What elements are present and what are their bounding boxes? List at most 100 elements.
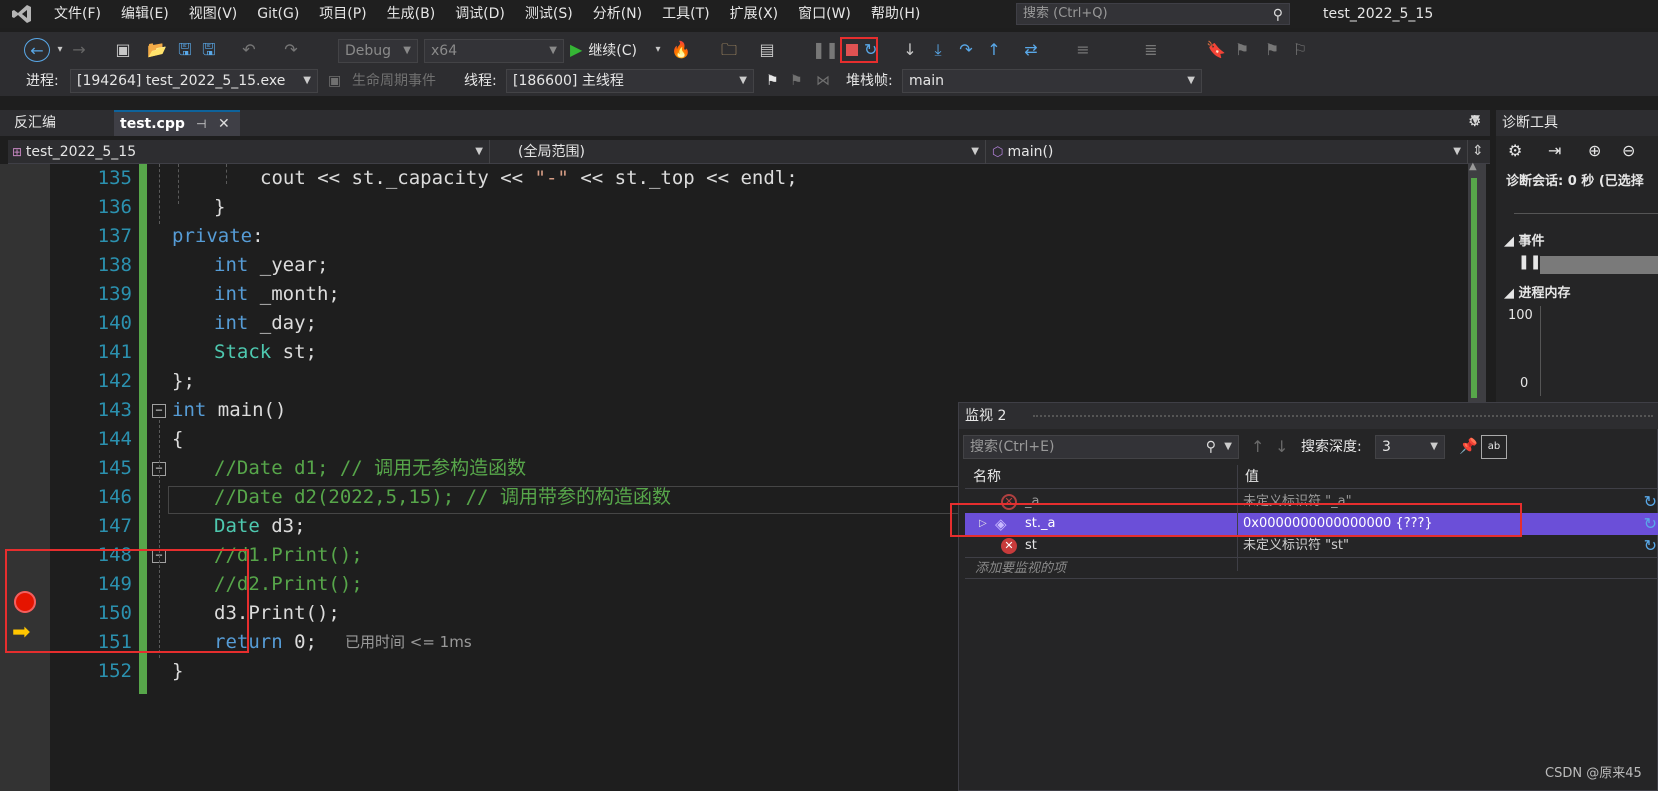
watch-row-value[interactable]: 未定义标识符 "st" <box>1243 535 1349 557</box>
menu-test[interactable]: 测试(S) <box>515 0 583 28</box>
pin-icon[interactable]: ⊣ <box>196 112 206 136</box>
timeline-ruler[interactable] <box>1514 194 1658 214</box>
scrollbar-thumb[interactable] <box>1471 178 1477 398</box>
new-project-icon[interactable]: ▣ <box>112 38 134 62</box>
search-previous-icon[interactable]: ↑ <box>1251 437 1264 456</box>
menu-debug[interactable]: 调试(D) <box>445 0 515 28</box>
perf-tip-elapsed[interactable]: 已用时间 <= 1ms <box>345 628 472 657</box>
code-line-135[interactable]: cout << st._capacity << "-" << st._top <… <box>260 164 798 193</box>
menu-help[interactable]: 帮助(H) <box>861 0 930 28</box>
code-line-146[interactable]: //Date d2(2022,5,15); // 调用带参的构造函数 <box>214 483 671 512</box>
code-line-144[interactable]: { <box>172 425 183 454</box>
back-dropdown-icon[interactable]: ▾ <box>54 38 66 62</box>
zoom-out-icon[interactable]: ⊖ <box>1622 141 1635 160</box>
solution-config-select[interactable]: Debug ▼ <box>338 39 418 63</box>
add-watch-placeholder[interactable]: 添加要监视的项 <box>975 558 1066 580</box>
search-next-icon[interactable]: ↓ <box>1275 437 1288 456</box>
code-line-136[interactable]: } <box>214 193 225 222</box>
code-line-152[interactable]: } <box>172 657 183 686</box>
tab-test-cpp[interactable]: test.cpp ⊣ ✕ <box>114 110 240 136</box>
refresh-icon[interactable]: ↻ <box>1644 536 1657 555</box>
save-all-icon[interactable]: 🖫 <box>198 38 220 62</box>
hex-display-icon[interactable]: ⇄ <box>1020 38 1042 62</box>
step-out-icon[interactable]: ↑ <box>984 38 1004 62</box>
split-editor-icon[interactable]: ⇕ <box>1472 143 1484 159</box>
step-over-icon[interactable]: ↷ <box>956 38 976 62</box>
collapse-icon[interactable]: − <box>152 404 166 418</box>
refresh-icon[interactable]: ↻ <box>1644 492 1657 511</box>
visual-studio-logo-icon[interactable] <box>0 0 44 28</box>
scroll-up-icon[interactable]: ▲ <box>1469 161 1477 172</box>
undo-icon[interactable]: ↶ <box>238 38 260 62</box>
add-watch-row[interactable]: 添加要监视的项 <box>965 557 1658 579</box>
close-icon[interactable]: ✕ <box>218 112 230 136</box>
open-file-icon[interactable]: 📂 <box>146 38 168 62</box>
gear-icon[interactable]: ⚙ <box>1508 141 1522 160</box>
pause-icon[interactable]: ❚❚ <box>812 38 839 62</box>
gear-icon[interactable]: ⚙ <box>1468 112 1481 130</box>
menu-extensions[interactable]: 扩展(X) <box>720 0 789 28</box>
column-header-value[interactable]: 值 <box>1237 465 1658 489</box>
stackframe-select[interactable]: main ▼ <box>902 69 1202 93</box>
refresh-icon[interactable]: ↻ <box>1644 514 1657 533</box>
code-line-141[interactable]: Stack st; <box>214 338 317 367</box>
code-line-139[interactable]: int _month; <box>214 280 340 309</box>
watch-search-input[interactable]: 搜索(Ctrl+E) ⚲ ▼ <box>963 435 1239 459</box>
scope-select[interactable]: (全局范围) ▼ <box>492 140 986 164</box>
hot-reload-icon[interactable]: 🔥 <box>670 38 692 62</box>
prev-bookmark-icon[interactable]: ⚑ <box>1232 38 1252 62</box>
navigate-back-icon[interactable]: ← <box>24 38 50 62</box>
redo-icon[interactable]: ↷ <box>280 38 302 62</box>
menu-analyze[interactable]: 分析(N) <box>583 0 652 28</box>
project-select[interactable]: ⊞ test_2022_5_15 ▼ <box>8 140 490 164</box>
watch-row[interactable]: ✕ st 未定义标识符 "st" ↻ <box>965 535 1658 557</box>
folder-search-icon[interactable]: 🗀 <box>718 38 740 62</box>
export-icon[interactable]: ⇥ <box>1548 141 1561 160</box>
process-select[interactable]: [194264] test_2022_5_15.exe ▼ <box>70 69 318 93</box>
member-select[interactable]: ⬡ main() ▼ <box>988 140 1468 164</box>
next-bookmark-icon[interactable]: ⚑ <box>1262 38 1282 62</box>
menu-git[interactable]: Git(G) <box>247 0 309 28</box>
watch-row-name[interactable]: st <box>1025 535 1037 557</box>
navigate-forward-icon[interactable]: → <box>68 38 90 62</box>
memory-graph[interactable] <box>1540 306 1658 396</box>
show-next-statement-icon[interactable]: ↓ <box>900 38 920 62</box>
thread-select[interactable]: [186600] 主线程 ▼ <box>506 69 754 93</box>
zoom-in-icon[interactable]: ⊕ <box>1588 141 1601 160</box>
flag-all-threads-icon[interactable]: ⚑ <box>790 70 803 92</box>
menu-edit[interactable]: 编辑(E) <box>111 0 179 28</box>
platform-select[interactable]: x64 ▼ <box>424 39 564 63</box>
pin-icon[interactable]: 📌 <box>1459 437 1478 455</box>
code-line-143[interactable]: int main() <box>172 396 286 425</box>
global-search-input[interactable]: 搜索 (Ctrl+Q) ⚲ <box>1016 3 1290 25</box>
continue-dropdown-icon[interactable]: ▾ <box>652 38 664 62</box>
code-line-137[interactable]: private: <box>172 222 264 251</box>
menu-file[interactable]: 文件(F) <box>44 0 111 28</box>
menu-window[interactable]: 窗口(W) <box>788 0 861 28</box>
search-depth-select[interactable]: 3 ▼ <box>1375 435 1445 459</box>
window-layout-icon[interactable]: ▤ <box>756 38 778 62</box>
continue-button[interactable]: ▶ 继续(C) <box>570 38 637 62</box>
memory-section-header[interactable]: ◢ 进程内存 <box>1504 282 1571 301</box>
flag-thread-icon[interactable]: ⚑ <box>766 70 779 92</box>
menu-view[interactable]: 视图(V) <box>179 0 248 28</box>
clear-bookmarks-icon[interactable]: ⚐ <box>1290 38 1310 62</box>
tab-disassembly[interactable]: 反汇编 <box>8 110 108 136</box>
events-track[interactable] <box>1540 256 1658 274</box>
code-line-138[interactable]: int _year; <box>214 251 328 280</box>
comment-icon[interactable]: ≣ <box>1140 38 1162 62</box>
format-icon[interactable]: ≡ <box>1072 38 1094 62</box>
editor-scrollbar[interactable]: ▲ <box>1468 161 1486 404</box>
lifecycle-events-button[interactable]: 生命周期事件 <box>352 70 436 92</box>
save-icon[interactable]: 🖫 <box>174 38 196 62</box>
split-stack-icon[interactable]: ⋈ <box>816 70 830 92</box>
menu-project[interactable]: 项目(P) <box>309 0 376 28</box>
code-line-147[interactable]: Date d3; <box>214 512 306 541</box>
column-header-name[interactable]: 名称 <box>965 465 1237 489</box>
code-line-142[interactable]: }; <box>172 367 195 396</box>
glyph-margin[interactable] <box>0 164 50 791</box>
chevron-down-icon[interactable]: ▼ <box>1224 436 1232 458</box>
lifecycle-icon[interactable]: ▣ <box>328 70 341 92</box>
stop-debugging-button[interactable]: ↻ <box>840 37 878 63</box>
step-into-icon[interactable]: ⤓ <box>928 38 948 62</box>
